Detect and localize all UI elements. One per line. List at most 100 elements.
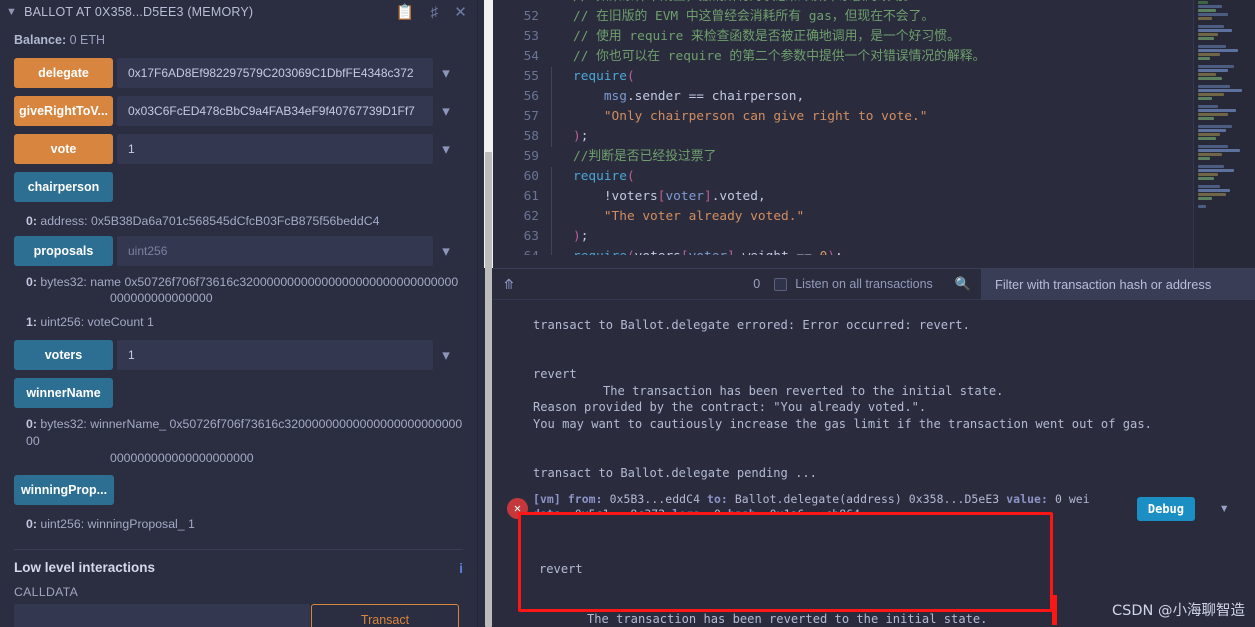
minimap-line — [1198, 145, 1228, 148]
chevron-down-icon[interactable]: ▼ — [6, 6, 17, 18]
line-number: 57 — [523, 109, 539, 124]
code-line[interactable]: 54 // 你也可以在 require 的第二个参数中提供一个对错误情况的解释。 — [493, 47, 1198, 67]
minimap-line — [1198, 105, 1218, 108]
calldata-row: Transact — [0, 603, 477, 627]
transact-button[interactable]: Transact — [311, 603, 459, 627]
result-value: uint256: winningProposal_ 1 — [40, 517, 195, 532]
code-token: "The voter already voted." — [603, 209, 805, 224]
function-input-proposals[interactable]: uint256 — [117, 235, 433, 266]
listen-all-transactions-checkbox[interactable] — [774, 277, 788, 291]
code-token: voter — [665, 189, 704, 204]
vm-tag: [vm] — [533, 491, 561, 506]
code-text: // 使用 require 来检查函数是否被正确地调用，是一个好习惯。 — [551, 27, 960, 47]
value-label: value: — [1006, 491, 1048, 506]
function-button-delegate[interactable]: delegate — [14, 58, 113, 88]
code-line[interactable]: 52 // 在旧版的 EVM 中这曾经会消耗所有 gas，但现在不会了。 — [493, 7, 1198, 27]
watermark-text: CSDN @小海聊智造 — [1112, 603, 1245, 619]
function-input-voters[interactable]: 1 — [117, 340, 433, 371]
chevron-up-double-icon[interactable]: ⤊ — [503, 277, 515, 291]
function-row-voters: voters 1 ▾ — [14, 340, 459, 371]
expand-caret-giverighttovote[interactable]: ▾ — [433, 96, 459, 126]
function-button-voters[interactable]: voters — [14, 340, 113, 371]
log-line-reason: Reason provided by the contract: "You al… — [533, 400, 927, 414]
expand-caret-voters[interactable]: ▾ — [433, 340, 459, 370]
code-line[interactable]: 53 // 使用 require 来检查函数是否被正确地调用，是一个好习惯。 — [493, 27, 1198, 47]
chevron-down-icon[interactable]: ▾ — [1219, 498, 1229, 517]
function-row-vote: vote 1 ▾ — [14, 134, 459, 164]
code-editor: 51 // 如果条件不成立，撤销所有对状态和以太币余额的改动。 52 // 在旧版的 … — [493, 0, 1255, 268]
minimap-line — [1198, 137, 1216, 140]
code-lines-container[interactable]: 51 // 如果条件不成立，撤销所有对状态和以太币余额的改动。 52 // 在旧版的 … — [493, 0, 1198, 255]
code-line[interactable]: 62 "The voter already voted." — [493, 207, 1198, 227]
minimap-line — [1198, 29, 1232, 32]
calldata-input[interactable] — [14, 603, 310, 627]
result-value: address: 0x5B38Da6a701c568545dCfcB03FcB8… — [40, 214, 380, 228]
log-line-gas-hint: You may want to cautiously increase the … — [533, 416, 1152, 431]
code-token: ) — [573, 129, 581, 144]
expand-caret-delegate[interactable]: ▾ — [433, 58, 459, 88]
copy-icon[interactable]: 📋 — [396, 5, 415, 20]
code-line[interactable]: 59 //判断是否已经投过票了 — [493, 147, 1198, 167]
function-input-vote[interactable]: 1 — [117, 134, 433, 164]
function-input-giverighttovote[interactable]: 0x03C6FcED478cBbC9a4FAB34eF9f40767739D1F… — [117, 96, 433, 126]
pin-icon[interactable]: ♯ — [431, 5, 439, 20]
log-line-pending: transact to Ballot.delegate pending ... — [533, 466, 817, 480]
to-label: to: — [707, 491, 728, 506]
code-line[interactable]: 64require(voters[voter].weight == 0); — [493, 247, 1198, 255]
contract-header[interactable]: ▼ BALLOT AT 0X358...D5EE3 (MEMORY) 📋 ♯ ✕ — [0, 0, 477, 24]
minimap-line — [1198, 33, 1218, 36]
result-chairperson: 0: address: 0x5B38Da6a701c568545dCfcB03F… — [0, 210, 477, 236]
code-line[interactable]: 51 // 如果条件不成立，撤销所有对状态和以太币余额的改动。 — [493, 0, 1198, 7]
minimap-line — [1198, 113, 1228, 116]
result-index: 0: — [26, 417, 37, 432]
calldata-label: CALLDATA — [14, 584, 79, 599]
listen-all-transactions-label[interactable]: Listen on all transactions — [787, 277, 933, 291]
line-number: 55 — [523, 69, 539, 84]
code-line[interactable]: 63); — [493, 227, 1198, 247]
code-line[interactable]: 57 "Only chairperson can give right to v… — [493, 107, 1198, 127]
debug-button[interactable]: Debug — [1136, 496, 1195, 521]
minimap-line — [1198, 197, 1212, 200]
panel-scrollbar-thumb[interactable] — [485, 152, 492, 627]
close-icon[interactable]: ✕ — [454, 5, 467, 20]
code-line[interactable]: 58); — [493, 127, 1198, 147]
function-button-chairperson[interactable]: chairperson — [14, 172, 113, 202]
log-line-revert: revert — [533, 367, 577, 381]
line-number: 60 — [523, 169, 539, 184]
transaction-filter-input[interactable]: Filter with transaction hash or address — [981, 268, 1255, 300]
log-line-revert-detail: The transaction has been reverted to the… — [603, 383, 1004, 398]
code-line[interactable]: 55 require( — [493, 67, 1198, 87]
function-row-delegate: delegate 0x17F6AD8Ef982297579C203069C1Db… — [14, 58, 459, 88]
minimap-line — [1198, 93, 1224, 96]
terminal-toolbar: ⤊ 0 Listen on all transactions 🔍 Filter … — [493, 268, 1255, 300]
minimap-line — [1198, 73, 1216, 76]
code-token: .sender == chairperson, — [626, 89, 805, 104]
info-icon[interactable]: i — [459, 560, 463, 576]
line-number: 59 — [523, 149, 539, 164]
minimap-line — [1198, 157, 1210, 160]
code-line[interactable]: 60 require( — [493, 167, 1198, 187]
winnername-results: 0: bytes32: winnerName_ 0x50726f706f7361… — [0, 416, 477, 468]
function-row-giverighttovote: giveRightToV... 0x03C6FcED478cBbC9a4FAB3… — [14, 96, 459, 126]
minimap-line — [1198, 89, 1242, 92]
result-index: 0: — [26, 517, 37, 532]
expand-caret-proposals[interactable]: ▾ — [433, 236, 459, 266]
expand-caret-vote[interactable]: ▾ — [433, 134, 459, 164]
minimap-line — [1198, 129, 1226, 132]
function-button-winningproposal[interactable]: winningProp... — [14, 475, 114, 506]
code-text: require(voters[voter].weight == 0); — [551, 247, 843, 255]
function-button-proposals[interactable]: proposals — [14, 235, 113, 266]
code-text: "The voter already voted." — [551, 207, 804, 227]
editor-minimap[interactable] — [1193, 0, 1255, 268]
function-button-winnername[interactable]: winnerName — [14, 378, 113, 409]
function-button-giverighttovote[interactable]: giveRightToV... — [14, 96, 113, 126]
error-box-content: revert The transaction has been reverted… — [521, 515, 1050, 627]
search-icon[interactable]: 🔍 — [933, 276, 981, 292]
code-line[interactable]: 56 msg.sender == chairperson, — [493, 87, 1198, 107]
code-line[interactable]: 61 !voters[voter].voted, — [493, 187, 1198, 207]
code-token: ( — [626, 69, 635, 84]
function-button-vote[interactable]: vote — [14, 134, 113, 164]
function-input-delegate[interactable]: 0x17F6AD8Ef982297579C203069C1DbfFE4348c3… — [117, 58, 433, 88]
